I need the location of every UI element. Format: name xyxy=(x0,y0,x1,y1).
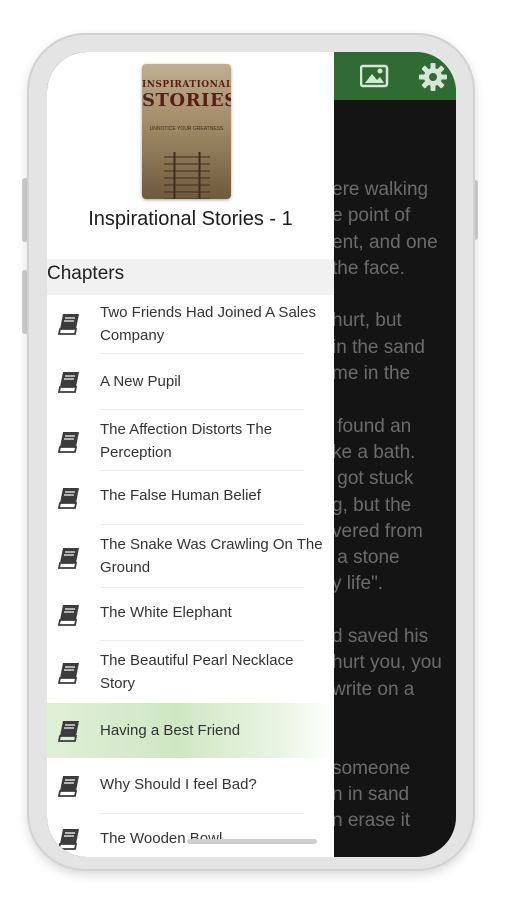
chapter-item-new-pupil[interactable]: A New Pupil xyxy=(47,354,334,410)
book-icon xyxy=(57,547,82,569)
chapter-item-false-belief[interactable]: The False Human Belief xyxy=(47,471,334,525)
chapter-label: The Affection Distorts The Perception xyxy=(100,421,273,461)
gear-icon[interactable] xyxy=(418,62,448,91)
chapter-item-wooden-bowl[interactable]: The Wooden Bowl xyxy=(47,814,334,857)
book-icon xyxy=(57,720,82,742)
book-title: Inspirational Stories - 1 xyxy=(88,208,293,230)
book-icon xyxy=(57,662,82,684)
navigation-drawer: INSPIRATIONAL STORIES UNNOTICE YOUR GREA… xyxy=(47,52,334,857)
cover-title-line1: INSPIRATIONAL xyxy=(142,80,231,90)
chapters-header: Chapters xyxy=(47,259,334,295)
chapter-item-two-friends[interactable]: Two Friends Had Joined A Sales Company xyxy=(47,295,334,354)
book-icon xyxy=(57,828,82,850)
chapter-item-white-elephant[interactable]: The White Elephant xyxy=(47,588,334,641)
cover-railway xyxy=(170,152,204,199)
book-icon xyxy=(57,604,82,626)
home-indicator[interactable] xyxy=(187,839,317,844)
book-cover-image: INSPIRATIONAL STORIES UNNOTICE YOUR GREA… xyxy=(142,64,231,199)
chapter-label: A New Pupil xyxy=(100,373,181,390)
image-icon[interactable] xyxy=(359,62,390,90)
chapter-label: Two Friends Had Joined A Sales Company xyxy=(100,304,316,344)
book-icon xyxy=(57,487,82,509)
chapter-label: The Snake Was Crawling On The Ground xyxy=(100,536,323,576)
book-icon xyxy=(57,775,82,797)
chapter-label: The Beautiful Pearl Necklace Story xyxy=(100,652,294,692)
chapter-item-pearl-necklace[interactable]: The Beautiful Pearl Necklace Story xyxy=(47,641,334,703)
chapter-item-snake[interactable]: The Snake Was Crawling On The Ground xyxy=(47,525,334,588)
phone-screen: ere walking e point of ent, and one the … xyxy=(47,52,456,857)
reader-story-text: ere walking e point of ent, and one the … xyxy=(332,179,442,832)
chapter-label: The False Human Belief xyxy=(100,487,261,504)
chapter-item-best-friend[interactable]: Having a Best Friend xyxy=(47,703,334,758)
cover-subtitle: UNNOTICE YOUR GREATNESS xyxy=(149,126,224,132)
chapter-label: Having a Best Friend xyxy=(100,722,241,739)
book-icon xyxy=(57,371,82,393)
cover-title-line2: STORIES xyxy=(142,90,231,111)
chapter-label: Why Should I feel Bad? xyxy=(100,776,257,793)
chapter-item-affection[interactable]: The Affection Distorts The Perception xyxy=(47,410,334,471)
book-icon xyxy=(57,313,82,335)
chapter-label: The White Elephant xyxy=(100,604,232,621)
chapter-item-feel-bad[interactable]: Why Should I feel Bad? xyxy=(47,758,334,814)
book-icon xyxy=(57,431,82,453)
